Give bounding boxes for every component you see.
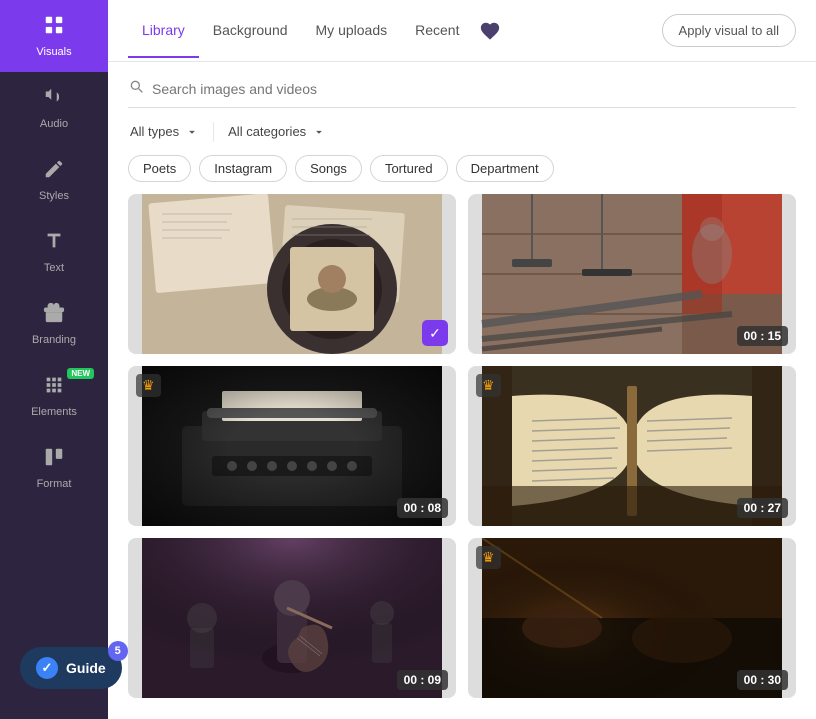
sidebar-item-branding-label: Branding: [32, 334, 76, 346]
tag-filters: Poets Instagram Songs Tortured Departmen…: [108, 155, 816, 194]
visuals-icon: [43, 14, 65, 42]
filters-row: All types All categories: [128, 120, 796, 143]
sidebar-item-styles-label: Styles: [39, 190, 69, 202]
sidebar-item-elements[interactable]: NEW Elements: [0, 360, 108, 432]
search-icon: [128, 78, 144, 99]
tag-department[interactable]: Department: [456, 155, 554, 182]
tag-instagram[interactable]: Instagram: [199, 155, 287, 182]
sidebar-item-branding[interactable]: Branding: [0, 288, 108, 360]
duration-badge-2: 00 : 15: [737, 326, 788, 346]
text-icon: [43, 230, 65, 258]
styles-icon: [43, 158, 65, 186]
sidebar-item-audio[interactable]: Audio: [0, 72, 108, 144]
media-card-2[interactable]: 00 : 15: [468, 194, 796, 354]
crown-badge-3: ♛: [136, 374, 161, 397]
media-card-5[interactable]: 00 : 09: [128, 538, 456, 698]
tag-songs[interactable]: Songs: [295, 155, 362, 182]
tab-library[interactable]: Library: [128, 4, 199, 58]
media-card-3[interactable]: ♛ 00 : 08: [128, 366, 456, 526]
type-filter[interactable]: All types: [128, 120, 201, 143]
sidebar-item-text-label: Text: [44, 262, 64, 274]
tab-my-uploads[interactable]: My uploads: [302, 4, 402, 58]
sidebar-item-visuals-label: Visuals: [36, 46, 71, 58]
duration-badge-3: 00 : 08: [397, 498, 448, 518]
tag-tortured[interactable]: Tortured: [370, 155, 448, 182]
guide-check-icon: ✓: [36, 657, 58, 679]
search-bar: [128, 78, 796, 108]
tabs-bar: Library Background My uploads Recent App…: [108, 0, 816, 62]
search-area: All types All categories: [108, 62, 816, 155]
favorites-heart-icon[interactable]: [479, 20, 501, 42]
media-card-6[interactable]: ♛ 00 : 30: [468, 538, 796, 698]
sidebar-item-elements-label: Elements: [31, 406, 77, 418]
search-input[interactable]: [152, 81, 796, 97]
sidebar: Visuals Audio Styles Text Branding NEW E…: [0, 0, 108, 719]
sidebar-item-format[interactable]: Format: [0, 432, 108, 504]
tag-poets[interactable]: Poets: [128, 155, 191, 182]
elements-icon: [43, 374, 65, 402]
guide-count-badge: 5: [108, 641, 128, 661]
duration-badge-4: 00 : 27: [737, 498, 788, 518]
sidebar-item-visuals[interactable]: Visuals: [0, 0, 108, 72]
guide-label: Guide: [66, 660, 106, 676]
filter-divider: [213, 122, 214, 142]
duration-badge-5: 00 : 09: [397, 670, 448, 690]
category-filter[interactable]: All categories: [226, 120, 328, 143]
duration-badge-6: 00 : 30: [737, 670, 788, 690]
media-grid: ✓: [128, 194, 796, 698]
sidebar-item-text[interactable]: Text: [0, 216, 108, 288]
crown-badge-6: ♛: [476, 546, 501, 569]
media-card-1[interactable]: ✓: [128, 194, 456, 354]
apply-visual-button[interactable]: Apply visual to all: [662, 14, 796, 47]
format-icon: [43, 446, 65, 474]
tab-background[interactable]: Background: [199, 4, 302, 58]
selected-badge-1: ✓: [422, 320, 448, 346]
main-content: Library Background My uploads Recent App…: [108, 0, 816, 719]
media-card-4[interactable]: ♛ 00 : 27: [468, 366, 796, 526]
media-grid-container: ✓: [108, 194, 816, 719]
sidebar-item-format-label: Format: [37, 478, 72, 490]
sidebar-item-audio-label: Audio: [40, 118, 68, 130]
crown-badge-4: ♛: [476, 374, 501, 397]
sidebar-item-styles[interactable]: Styles: [0, 144, 108, 216]
branding-icon: [43, 302, 65, 330]
audio-icon: [43, 86, 65, 114]
new-badge: NEW: [67, 368, 94, 379]
guide-button[interactable]: ✓ Guide 5: [20, 647, 122, 689]
tab-recent[interactable]: Recent: [401, 4, 473, 58]
